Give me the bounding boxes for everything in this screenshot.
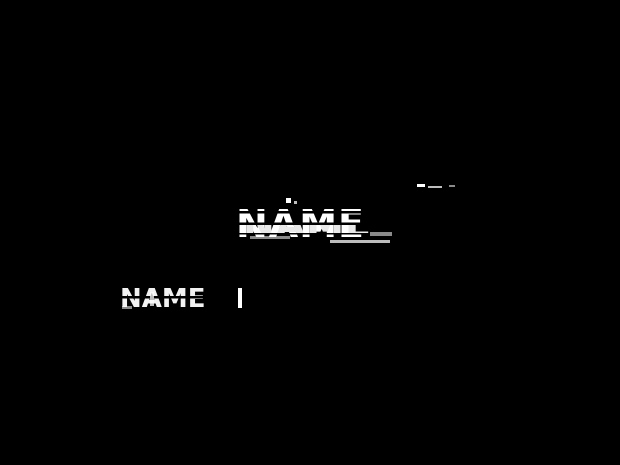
subtitle-glitched: NAME xyxy=(120,284,206,314)
glitch-canvas: NAME NAME NAME xyxy=(0,0,620,465)
glitch-fragment xyxy=(370,232,392,236)
page-title-glitch-slice: NAME xyxy=(243,202,372,246)
glitch-fragment xyxy=(417,184,425,187)
glitch-fragment xyxy=(428,186,442,188)
glitch-fragment xyxy=(286,198,291,203)
glitch-fragment xyxy=(449,185,455,187)
glitch-fragment xyxy=(238,288,242,308)
